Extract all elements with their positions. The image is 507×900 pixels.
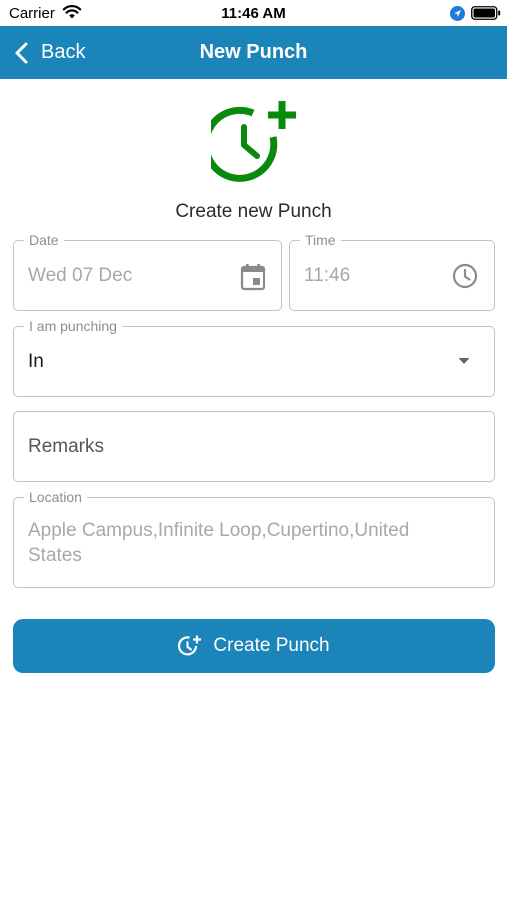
date-value: Wed 07 Dec: [28, 265, 133, 286]
punch-type-label: I am punching: [24, 318, 122, 334]
create-punch-label: Create Punch: [213, 635, 330, 656]
location-label: Location: [24, 489, 87, 505]
location-arrow-icon: [450, 6, 465, 21]
status-bar: Carrier 11:46 AM: [0, 0, 507, 26]
battery-icon: [471, 6, 501, 20]
date-field[interactable]: Date Wed 07 Dec: [13, 232, 282, 311]
punch-type-value: In: [28, 351, 44, 372]
hero-title: Create new Punch: [175, 201, 332, 222]
remarks-placeholder: Remarks: [28, 436, 105, 457]
calendar-icon[interactable]: [240, 263, 266, 291]
remarks-input[interactable]: Remarks: [13, 411, 495, 482]
back-button[interactable]: Back: [14, 26, 85, 79]
navigation-bar: Back New Punch: [0, 26, 507, 79]
location-field[interactable]: Location Apple Campus,Infinite Loop,Cupe…: [13, 489, 495, 588]
time-label: Time: [300, 232, 341, 248]
dropdown-arrow-icon: [458, 358, 470, 364]
create-punch-button[interactable]: Create Punch: [13, 619, 495, 673]
chevron-left-icon: [15, 42, 28, 63]
clock-icon[interactable]: [452, 263, 478, 289]
time-field[interactable]: Time 11:46: [289, 232, 495, 311]
clock-plus-icon: [178, 635, 202, 656]
time-value: 11:46: [304, 265, 351, 286]
status-time: 11:46 AM: [221, 5, 286, 22]
punch-type-select[interactable]: I am punching In: [13, 318, 495, 397]
date-label: Date: [24, 232, 64, 248]
back-label: Back: [41, 41, 86, 63]
location-value: Apple Campus,Infinite Loop,Cupertino,Uni…: [28, 520, 410, 566]
clock-plus-icon: [211, 101, 296, 182]
